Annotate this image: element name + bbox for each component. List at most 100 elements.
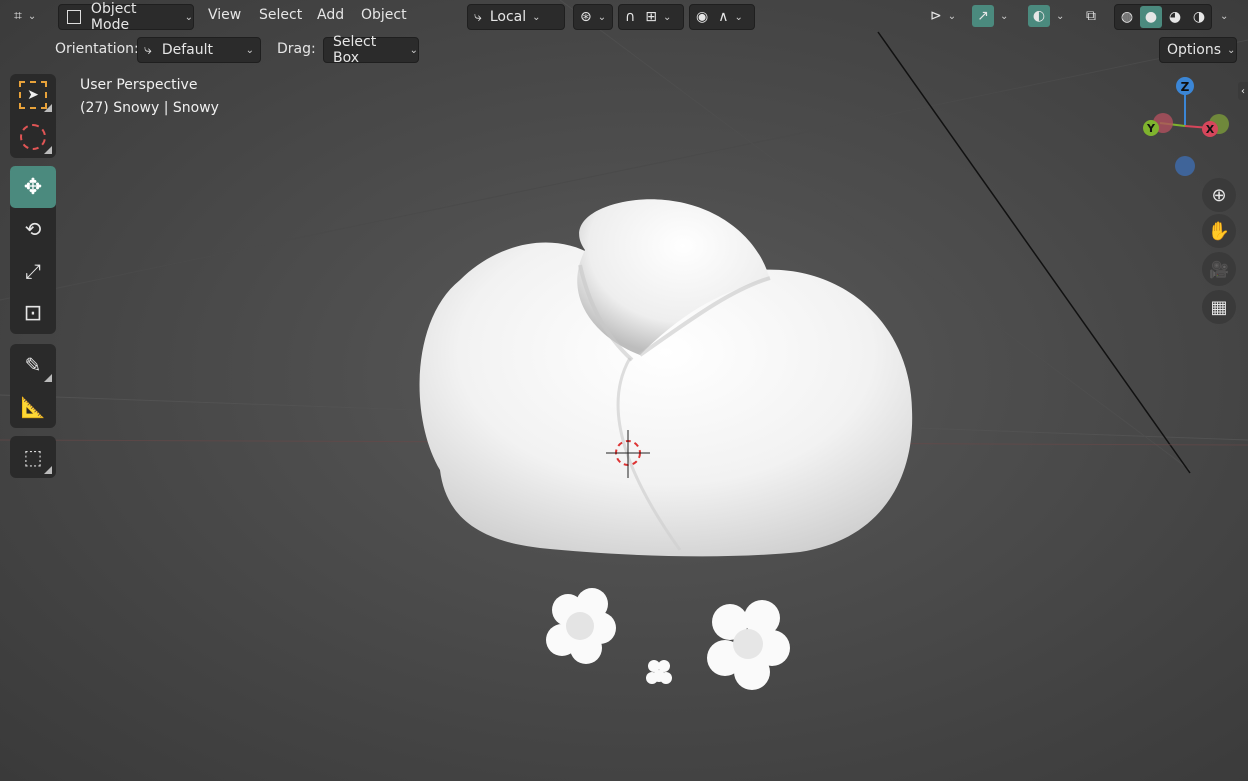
chevron-down-icon: ⌄	[184, 11, 193, 23]
chevron-down-icon: ⌄	[734, 11, 743, 23]
grid-icon: ▦	[1210, 296, 1228, 318]
orientation-dropdown[interactable]: ⤷ Default ⌄	[137, 37, 261, 63]
gizmo-icon: ↗	[972, 5, 994, 27]
zoom-button[interactable]: ⊕	[1202, 178, 1236, 212]
annotate-icon: ✎	[24, 353, 42, 377]
measure-icon: 📐	[20, 395, 46, 419]
navigation-gizmo[interactable]: Z Y X	[1130, 70, 1240, 186]
viewport-header: ⌗ ⌄ Object Mode ⌄ View Select Add Object …	[0, 0, 1248, 33]
visibility-icon: ⊳	[930, 8, 942, 24]
perspective-toggle-button[interactable]: ▦	[1202, 290, 1236, 324]
chevron-down-icon: ⌄	[1000, 10, 1009, 22]
select-box-tool[interactable]: ➤	[10, 74, 56, 116]
menu-select[interactable]: Select	[259, 7, 302, 23]
rendered-shading-icon[interactable]: ◑	[1188, 6, 1210, 28]
viewport-scene[interactable]	[0, 0, 1248, 781]
overlay-icon: ◐	[1028, 5, 1050, 27]
chevron-down-icon: ⌄	[662, 11, 672, 23]
pivot-dropdown[interactable]: ⊛ ⌄	[573, 4, 613, 30]
x-axis-label: X	[1206, 123, 1215, 136]
y-axis-label: Y	[1146, 122, 1156, 135]
add-cube-tool[interactable]: ⬚	[10, 436, 56, 478]
drag-value: Select Box	[333, 34, 377, 66]
camera-view-button[interactable]: 🎥	[1202, 252, 1236, 286]
transform-orientation-dropdown[interactable]: ⤷ Local ⌄	[467, 4, 565, 30]
perspective-label: User Perspective	[80, 77, 198, 93]
chevron-left-icon: ‹	[1241, 85, 1245, 97]
transform-orientation-icon: ⤷	[474, 9, 482, 25]
rotate-tool[interactable]: ⟲	[10, 208, 56, 250]
snowflake-small	[646, 660, 672, 684]
chevron-down-icon: ⌄	[1220, 10, 1229, 22]
options-label: Options	[1167, 42, 1222, 58]
camera-icon: 🎥	[1209, 259, 1229, 279]
orientation-value: Default	[161, 42, 213, 58]
pan-button[interactable]: ✋	[1202, 214, 1236, 248]
sidebar-toggle[interactable]: ‹	[1238, 82, 1248, 100]
scale-icon: ⤢	[25, 259, 41, 283]
cursor-icon	[20, 124, 46, 150]
toolbar-group-annotate: ✎ 📐	[10, 344, 56, 428]
drag-dropdown[interactable]: Select Box ⌄	[323, 34, 419, 66]
scale-tool[interactable]: ⤢	[10, 250, 56, 292]
move-tool[interactable]: ✥	[10, 166, 56, 208]
tool-settings-bar: Orientation: ⤷ Default ⌄ Drag: Select Bo…	[0, 34, 1248, 66]
menu-view[interactable]: View	[208, 7, 241, 23]
proportional-edit-group[interactable]: ◉ ∧ ⌄	[689, 4, 755, 30]
toolbar-group-select: ➤	[10, 74, 56, 158]
cursor-tool[interactable]	[10, 116, 56, 158]
z-axis-label: Z	[1181, 80, 1190, 94]
drag-label: Drag:	[277, 41, 316, 57]
solid-shading-icon[interactable]: ●	[1140, 6, 1162, 28]
chevron-down-icon: ⌄	[947, 10, 957, 22]
xray-icon: ⧉	[1086, 8, 1096, 24]
shading-mode-group[interactable]: ◍ ● ◕ ◑	[1114, 4, 1212, 30]
orientation-icon: ⤷	[144, 42, 152, 58]
proportional-icon: ◉	[696, 9, 709, 25]
zoom-icon: ⊕	[1211, 184, 1227, 206]
hand-icon: ✋	[1207, 220, 1231, 242]
rotate-icon: ⟲	[24, 217, 42, 241]
shading-options-dropdown[interactable]: ⌄	[1214, 4, 1236, 28]
mode-dropdown[interactable]: Object Mode ⌄	[58, 1, 194, 33]
add-cube-icon: ⬚	[23, 445, 43, 469]
visibility-dropdown[interactable]: ⊳ ⌄	[926, 4, 966, 28]
cloud-object	[419, 199, 913, 557]
toolbar-group-add: ⬚	[10, 436, 56, 478]
editor-type-button[interactable]: ⌗ ⌄	[14, 4, 48, 28]
snap-increment-icon: ⊞	[645, 9, 657, 25]
menu-object[interactable]: Object	[361, 7, 407, 23]
editor-type-icon: ⌗	[14, 8, 22, 24]
wireframe-shading-icon[interactable]: ◍	[1116, 6, 1138, 28]
snowflake-large-right	[707, 600, 790, 690]
pivot-icon: ⊛	[580, 9, 592, 25]
chevron-down-icon: ⌄	[245, 44, 254, 56]
object-label: (27) Snowy | Snowy	[80, 100, 219, 116]
material-shading-icon[interactable]: ◕	[1164, 6, 1186, 28]
snowflake-large-left	[546, 588, 616, 664]
chevron-down-icon: ⌄	[1056, 10, 1065, 22]
xray-toggle[interactable]: ⧉	[1086, 4, 1108, 28]
measure-tool[interactable]: 📐	[10, 386, 56, 428]
z-negative-handle	[1175, 156, 1195, 176]
mode-label: Object Mode	[90, 1, 137, 33]
menu-add[interactable]: Add	[317, 7, 344, 23]
transform-tool[interactable]: ⊡	[10, 292, 56, 334]
blender-3d-viewport[interactable]: ⌗ ⌄ Object Mode ⌄ View Select Add Object …	[0, 0, 1248, 781]
toolbar-group-transform: ✥ ⟲ ⤢ ⊡	[10, 166, 56, 334]
orientation-label: Orientation:	[55, 41, 139, 57]
transform-icon: ⊡	[23, 300, 43, 326]
overlay-toggle[interactable]: ◐ ⌄	[1028, 4, 1076, 28]
gizmo-toggle[interactable]: ↗ ⌄	[972, 4, 1020, 28]
object-mode-icon	[67, 10, 81, 24]
chevron-down-icon: ⌄	[532, 11, 541, 23]
chevron-down-icon: ⌄	[597, 11, 607, 23]
select-box-icon: ➤	[19, 81, 47, 109]
options-dropdown[interactable]: Options ⌄	[1159, 37, 1237, 63]
chevron-down-icon: ⌄	[27, 10, 37, 22]
snap-icon: ∩	[625, 9, 636, 25]
pivot-label: Local	[489, 9, 527, 25]
snap-group[interactable]: ∩ ⊞ ⌄	[618, 4, 684, 30]
move-icon: ✥	[23, 174, 43, 200]
annotate-tool[interactable]: ✎	[10, 344, 56, 386]
